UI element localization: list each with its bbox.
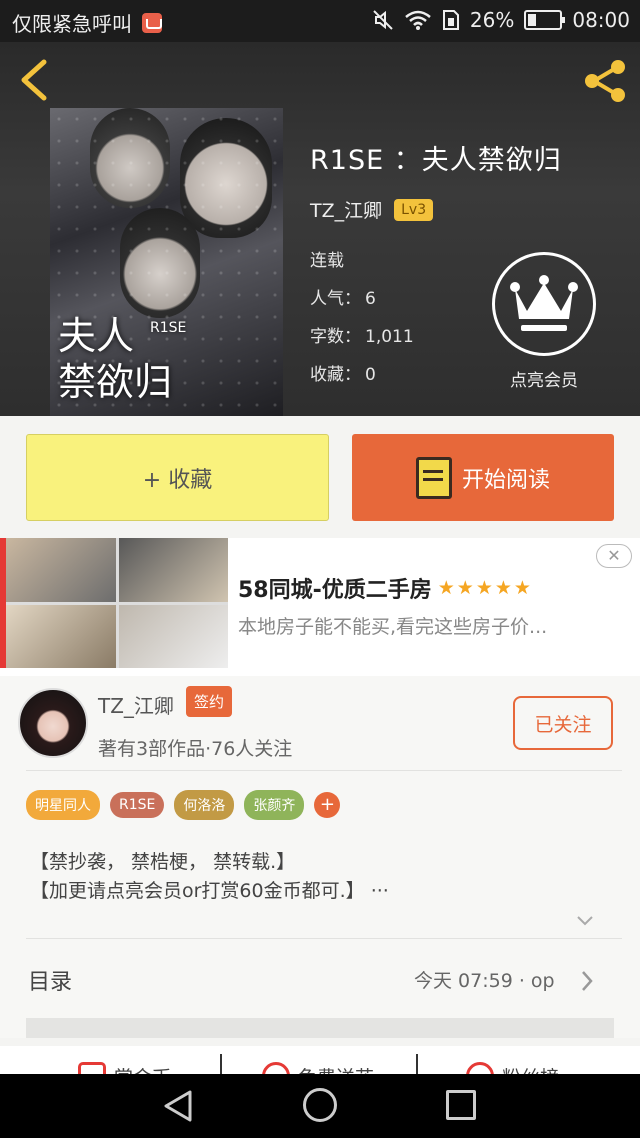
sim-card-icon [442, 10, 459, 30]
clock: 08:00 [572, 8, 630, 32]
book-icon [415, 456, 452, 499]
divider [26, 938, 622, 939]
action-bar: + 收藏 开始阅读 [0, 416, 640, 538]
chevron-right-icon[interactable] [580, 969, 594, 993]
vip-membership-button[interactable] [492, 252, 596, 356]
mute-icon [373, 10, 393, 30]
author-name[interactable]: TZ_江卿 [98, 690, 174, 719]
tag[interactable]: 何洛洛 [174, 790, 235, 820]
start-reading-button[interactable]: 开始阅读 [352, 434, 614, 521]
follow-button[interactable]: 已关注 [513, 696, 613, 750]
last-update[interactable]: 今天 07:59 · op [414, 966, 555, 993]
chevron-down-icon[interactable] [576, 912, 594, 930]
carrier-text: 仅限紧急呼叫 [12, 12, 132, 36]
back-arrow-icon[interactable] [16, 58, 52, 102]
avatar[interactable] [18, 688, 88, 758]
ad-image[interactable] [0, 538, 228, 668]
status-bar: 仅限紧急呼叫 26% 08:00 [0, 0, 640, 42]
book-status: 连载 [310, 251, 344, 271]
nav-back-icon[interactable] [160, 1088, 196, 1124]
book-author[interactable]: TZ_江卿 [310, 196, 382, 223]
tag[interactable]: R1SE [110, 792, 165, 818]
system-nav-bar [0, 1074, 640, 1138]
share-icon[interactable] [580, 56, 630, 106]
level-badge: Lv3 [394, 198, 434, 221]
book-cover[interactable]: 夫人 禁欲归 R1SE [50, 108, 283, 416]
section-spacer [26, 1018, 614, 1038]
tag[interactable]: 张颜齐 [244, 790, 305, 820]
signed-badge: 签约 [186, 686, 233, 717]
tag[interactable]: 明星同人 [26, 790, 100, 820]
author-section: TZ_江卿 签约 著有3部作品·76人关注 已关注 明星同人 R1SE 何洛洛 … [0, 676, 640, 1038]
collect-button[interactable]: + 收藏 [26, 434, 329, 521]
tag-list: 明星同人 R1SE 何洛洛 张颜齐 + [26, 790, 341, 820]
cover-brand: R1SE [150, 320, 187, 336]
battery-percent: 26% [469, 8, 515, 32]
nav-recent-apps-icon[interactable] [446, 1090, 476, 1120]
wifi-icon [405, 10, 431, 30]
vip-label[interactable]: 点亮会员 [491, 366, 597, 391]
close-icon[interactable]: ✕ [596, 544, 632, 568]
book-word-count: 字数： 1,011 [310, 327, 414, 347]
book-description: 【禁抄袭， 禁梏梗， 禁转载.】 【加更请点亮会员or打赏60金币都可.】 ··… [30, 851, 389, 902]
book-title: R1SE ：夫人禁欲归 [310, 145, 562, 176]
author-stats: 著有3部作品·76人关注 [98, 738, 293, 760]
divider [26, 770, 622, 771]
start-reading-label: 开始阅读 [461, 467, 550, 493]
book-header: 夫人 禁欲归 R1SE R1SE ：夫人禁欲归 TZ_江卿 Lv3 连载 人气：… [0, 42, 640, 416]
book-favorites: 收藏： 0 [310, 365, 376, 385]
bottom-tab-row: 赏金币 免费送花 粉丝榜 [0, 1046, 640, 1076]
book-popularity: 人气： 6 [310, 289, 376, 309]
add-tag-button[interactable]: + [314, 792, 341, 818]
star-rating: ★★★★★ [437, 577, 533, 599]
ad-description[interactable]: 本地房子能不能买,看完这些房子价... [238, 612, 547, 639]
book-author-row: TZ_江卿 Lv3 [310, 196, 434, 223]
mail-notification-icon [142, 12, 162, 33]
table-of-contents-label[interactable]: 目录 [28, 964, 72, 996]
crown-icon [510, 275, 578, 331]
battery-icon [524, 10, 566, 30]
ad-title[interactable]: 58同城-优质二手房 ★★★★★ [238, 572, 533, 604]
ad-banner[interactable]: 58同城-优质二手房 ★★★★★ 本地房子能不能买,看完这些房子价... ✕ [0, 538, 640, 676]
nav-home-icon[interactable] [303, 1088, 337, 1122]
